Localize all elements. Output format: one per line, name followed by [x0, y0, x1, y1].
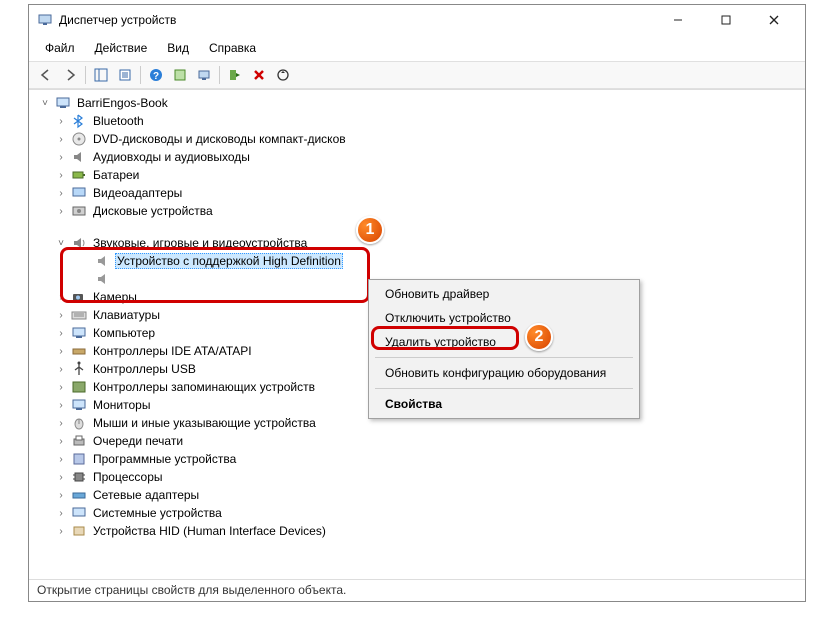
processor-icon — [71, 469, 87, 485]
tree-item[interactable]: ›Аудиовходы и аудиовыходы — [33, 148, 805, 166]
menu-help[interactable]: Справка — [201, 37, 264, 59]
bluetooth-icon — [71, 113, 87, 129]
sound-device-icon — [95, 271, 111, 287]
tree-item[interactable]: ›Bluetooth — [33, 112, 805, 130]
tree-item[interactable]: ›Процессоры — [33, 468, 805, 486]
forward-button[interactable] — [59, 64, 81, 86]
update-driver-button[interactable] — [272, 64, 294, 86]
dvd-icon — [71, 131, 87, 147]
statusbar-text: Открытие страницы свойств для выделенног… — [29, 579, 805, 601]
tree-item[interactable]: ›Системные устройства — [33, 504, 805, 522]
storage-controller-icon — [71, 379, 87, 395]
tree-root-label: BarriEngos-Book — [75, 95, 170, 111]
enable-device-button[interactable] — [224, 64, 246, 86]
svg-text:?: ? — [153, 71, 159, 82]
close-button[interactable] — [751, 6, 797, 34]
software-devices-icon — [71, 451, 87, 467]
menubar: Файл Действие Вид Справка — [29, 35, 805, 61]
print-queue-icon — [71, 433, 87, 449]
toolbar: ? — [29, 61, 805, 89]
menu-view[interactable]: Вид — [159, 37, 197, 59]
disk-icon — [71, 203, 87, 219]
ide-icon — [71, 343, 87, 359]
ctx-properties[interactable]: Свойства — [371, 392, 637, 416]
scan-hardware-button[interactable] — [193, 64, 215, 86]
display-adapter-icon — [71, 185, 87, 201]
hid-icon — [71, 523, 87, 539]
uninstall-device-button[interactable] — [248, 64, 270, 86]
usb-icon — [71, 361, 87, 377]
ctx-separator — [375, 357, 633, 358]
show-console-tree-button[interactable] — [90, 64, 112, 86]
monitor-icon — [71, 397, 87, 413]
tree-item[interactable]: ›Сетевые адаптеры — [33, 486, 805, 504]
audio-io-icon — [71, 149, 87, 165]
battery-icon — [71, 167, 87, 183]
collapse-icon[interactable]: ˅ — [39, 98, 51, 109]
properties-button[interactable] — [114, 64, 136, 86]
ctx-update-driver[interactable]: Обновить драйвер — [371, 282, 637, 306]
sound-icon — [71, 235, 87, 251]
action-button[interactable] — [169, 64, 191, 86]
sound-device-icon — [95, 253, 111, 269]
tree-item[interactable]: ›Устройства HID (Human Interface Devices… — [33, 522, 805, 540]
titlebar: Диспетчер устройств — [29, 5, 805, 35]
expand-icon[interactable]: › — [55, 116, 67, 127]
maximize-button[interactable] — [703, 6, 749, 34]
ctx-refresh-hw[interactable]: Обновить конфигурацию оборудования — [371, 361, 637, 385]
menu-action[interactable]: Действие — [87, 37, 156, 59]
window-title: Диспетчер устройств — [59, 13, 176, 27]
collapse-icon[interactable]: ˅ — [55, 238, 67, 249]
tree-item[interactable]: ›Батареи — [33, 166, 805, 184]
tree-item-sound-device-selected[interactable]: Устройство с поддержкой High Definition — [33, 252, 805, 270]
computer-icon — [71, 325, 87, 341]
app-icon — [37, 12, 53, 28]
tree-item[interactable]: ›Видеоадаптеры — [33, 184, 805, 202]
computer-icon — [55, 95, 71, 111]
ctx-disable-device[interactable]: Отключить устройство — [371, 306, 637, 330]
mouse-icon — [71, 415, 87, 431]
tree-item[interactable]: ›Очереди печати — [33, 432, 805, 450]
tree-item-sound-group[interactable]: ˅Звуковые, игровые и видеоустройства — [33, 234, 805, 252]
tree-item[interactable]: ›Дисковые устройства — [33, 202, 805, 220]
help-button[interactable]: ? — [145, 64, 167, 86]
tree-item[interactable]: ›Программные устройства — [33, 450, 805, 468]
camera-icon — [71, 289, 87, 305]
ctx-separator — [375, 388, 633, 389]
back-button[interactable] — [35, 64, 57, 86]
menu-file[interactable]: Файл — [37, 37, 83, 59]
context-menu: Обновить драйвер Отключить устройство Уд… — [368, 279, 640, 419]
system-devices-icon — [71, 505, 87, 521]
network-adapter-icon — [71, 487, 87, 503]
ctx-delete-device[interactable]: Удалить устройство — [371, 330, 637, 354]
minimize-button[interactable] — [655, 6, 701, 34]
selected-device-label: Устройство с поддержкой High Definition — [115, 253, 343, 269]
tree-item[interactable]: ›DVD-дисководы и дисководы компакт-диско… — [33, 130, 805, 148]
keyboard-icon — [71, 307, 87, 323]
tree-root[interactable]: ˅ BarriEngos-Book — [33, 94, 805, 112]
